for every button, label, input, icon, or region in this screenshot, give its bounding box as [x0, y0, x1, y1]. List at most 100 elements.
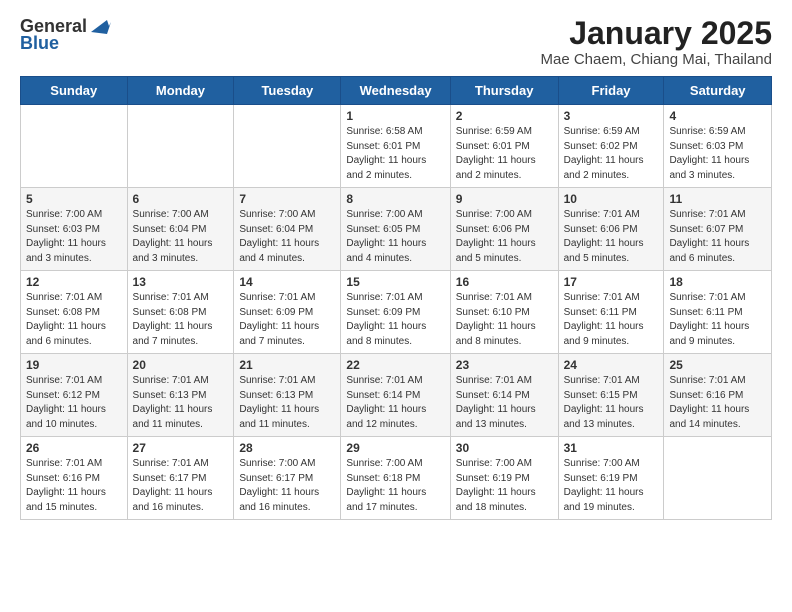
day-info: Sunrise: 7:00 AMSunset: 6:05 PMDaylight:…: [346, 208, 444, 266]
day-info: Sunrise: 7:00 AMSunset: 6:04 PMDaylight:…: [239, 208, 335, 266]
day-number: 13: [133, 275, 229, 289]
day-info: Sunrise: 7:01 AMSunset: 6:09 PMDaylight:…: [346, 291, 444, 349]
day-cell: 16 Sunrise: 7:01 AMSunset: 6:10 PMDayligh…: [450, 271, 558, 354]
logo-icon: [89, 18, 111, 34]
title-block: January 2025 Mae Chaem, Chiang Mai, Thai…: [540, 16, 772, 68]
header: General Blue January 2025 Mae Chaem, Chi…: [20, 16, 772, 68]
day-number: 20: [133, 358, 229, 372]
header-wednesday: Wednesday: [341, 77, 450, 105]
day-cell: 27 Sunrise: 7:01 AMSunset: 6:17 PMDayligh…: [127, 437, 234, 520]
day-info: Sunrise: 7:00 AMSunset: 6:04 PMDaylight:…: [133, 208, 229, 266]
logo: General Blue: [20, 16, 111, 54]
day-number: 27: [133, 441, 229, 455]
day-info: Sunrise: 7:00 AMSunset: 6:03 PMDaylight:…: [26, 208, 122, 266]
day-cell: 7 Sunrise: 7:00 AMSunset: 6:04 PMDaylight…: [234, 188, 341, 271]
day-info: Sunrise: 7:00 AMSunset: 6:19 PMDaylight:…: [456, 457, 553, 515]
day-cell: 4Sunrise: 6:59 AMSunset: 6:03 PMDaylight…: [664, 105, 772, 188]
day-cell: 18 Sunrise: 7:01 AMSunset: 6:11 PMDayligh…: [664, 271, 772, 354]
day-cell: 2Sunrise: 6:59 AMSunset: 6:01 PMDaylight…: [450, 105, 558, 188]
day-number: 1: [346, 109, 444, 123]
calendar-header-row: SundayMondayTuesdayWednesdayThursdayFrid…: [21, 77, 772, 105]
day-info: Sunrise: 7:01 AMSunset: 6:09 PMDaylight:…: [239, 291, 335, 349]
day-info: Sunrise: 7:01 AMSunset: 6:13 PMDaylight:…: [239, 374, 335, 432]
day-cell: [664, 437, 772, 520]
day-info: Sunrise: 7:01 AMSunset: 6:11 PMDaylight:…: [669, 291, 766, 349]
week-row-3: 12 Sunrise: 7:01 AMSunset: 6:08 PMDayligh…: [21, 271, 772, 354]
day-cell: 23Sunrise: 7:01 AMSunset: 6:14 PMDayligh…: [450, 354, 558, 437]
day-number: 28: [239, 441, 335, 455]
day-cell: 8 Sunrise: 7:00 AMSunset: 6:05 PMDaylight…: [341, 188, 450, 271]
day-cell: 21 Sunrise: 7:01 AMSunset: 6:13 PMDayligh…: [234, 354, 341, 437]
day-cell: 9 Sunrise: 7:00 AMSunset: 6:06 PMDaylight…: [450, 188, 558, 271]
day-info: Sunrise: 7:01 AMSunset: 6:17 PMDaylight:…: [133, 457, 229, 515]
day-info: Sunrise: 7:01 AMSunset: 6:08 PMDaylight:…: [26, 291, 122, 349]
day-number: 12: [26, 275, 122, 289]
day-info: Sunrise: 7:00 AMSunset: 6:06 PMDaylight:…: [456, 208, 553, 266]
header-friday: Friday: [558, 77, 664, 105]
day-info: Sunrise: 7:01 AMSunset: 6:16 PMDaylight:…: [26, 457, 122, 515]
day-cell: 24 Sunrise: 7:01 AMSunset: 6:15 PMDayligh…: [558, 354, 664, 437]
calendar-table: SundayMondayTuesdayWednesdayThursdayFrid…: [20, 76, 772, 520]
day-cell: 22 Sunrise: 7:01 AMSunset: 6:14 PMDayligh…: [341, 354, 450, 437]
day-info: Sunrise: 6:59 AMSunset: 6:01 PMDaylight:…: [456, 125, 553, 183]
calendar-body: 1Sunrise: 6:58 AMSunset: 6:01 PMDaylight…: [21, 105, 772, 520]
day-number: 24: [564, 358, 659, 372]
day-number: 5: [26, 192, 122, 206]
day-cell: 31Sunrise: 7:00 AMSunset: 6:19 PMDayligh…: [558, 437, 664, 520]
day-number: 8: [346, 192, 444, 206]
day-cell: 3 Sunrise: 6:59 AMSunset: 6:02 PMDaylight…: [558, 105, 664, 188]
day-info: Sunrise: 7:01 AMSunset: 6:10 PMDaylight:…: [456, 291, 553, 349]
day-number: 31: [564, 441, 659, 455]
day-cell: 26 Sunrise: 7:01 AMSunset: 6:16 PMDayligh…: [21, 437, 128, 520]
day-cell: [21, 105, 128, 188]
header-monday: Monday: [127, 77, 234, 105]
day-info: Sunrise: 7:00 AMSunset: 6:17 PMDaylight:…: [239, 457, 335, 515]
page: General Blue January 2025 Mae Chaem, Chi…: [0, 0, 792, 536]
day-cell: [127, 105, 234, 188]
day-number: 26: [26, 441, 122, 455]
day-number: 6: [133, 192, 229, 206]
day-cell: 6 Sunrise: 7:00 AMSunset: 6:04 PMDaylight…: [127, 188, 234, 271]
day-cell: 1Sunrise: 6:58 AMSunset: 6:01 PMDaylight…: [341, 105, 450, 188]
day-number: 3: [564, 109, 659, 123]
header-sunday: Sunday: [21, 77, 128, 105]
day-info: Sunrise: 6:59 AMSunset: 6:02 PMDaylight:…: [564, 125, 659, 183]
day-cell: 20 Sunrise: 7:01 AMSunset: 6:13 PMDayligh…: [127, 354, 234, 437]
day-number: 15: [346, 275, 444, 289]
week-row-1: 1Sunrise: 6:58 AMSunset: 6:01 PMDaylight…: [21, 105, 772, 188]
day-info: Sunrise: 7:01 AMSunset: 6:12 PMDaylight:…: [26, 374, 122, 432]
day-number: 21: [239, 358, 335, 372]
day-info: Sunrise: 7:01 AMSunset: 6:15 PMDaylight:…: [564, 374, 659, 432]
day-info: Sunrise: 7:01 AMSunset: 6:08 PMDaylight:…: [133, 291, 229, 349]
day-cell: [234, 105, 341, 188]
day-info: Sunrise: 7:01 AMSunset: 6:13 PMDaylight:…: [133, 374, 229, 432]
day-number: 9: [456, 192, 553, 206]
day-info: Sunrise: 7:01 AMSunset: 6:16 PMDaylight:…: [669, 374, 766, 432]
day-number: 14: [239, 275, 335, 289]
day-cell: 13 Sunrise: 7:01 AMSunset: 6:08 PMDayligh…: [127, 271, 234, 354]
day-cell: 12 Sunrise: 7:01 AMSunset: 6:08 PMDayligh…: [21, 271, 128, 354]
week-row-4: 19Sunrise: 7:01 AMSunset: 6:12 PMDayligh…: [21, 354, 772, 437]
day-number: 16: [456, 275, 553, 289]
calendar-header: SundayMondayTuesdayWednesdayThursdayFrid…: [21, 77, 772, 105]
day-info: Sunrise: 7:01 AMSunset: 6:06 PMDaylight:…: [564, 208, 659, 266]
day-cell: 11 Sunrise: 7:01 AMSunset: 6:07 PMDayligh…: [664, 188, 772, 271]
day-number: 18: [669, 275, 766, 289]
day-number: 11: [669, 192, 766, 206]
day-info: Sunrise: 7:01 AMSunset: 6:07 PMDaylight:…: [669, 208, 766, 266]
header-thursday: Thursday: [450, 77, 558, 105]
day-cell: 10Sunrise: 7:01 AMSunset: 6:06 PMDayligh…: [558, 188, 664, 271]
day-number: 29: [346, 441, 444, 455]
day-number: 7: [239, 192, 335, 206]
day-number: 22: [346, 358, 444, 372]
logo-blue: Blue: [20, 33, 59, 54]
day-cell: 5 Sunrise: 7:00 AMSunset: 6:03 PMDaylight…: [21, 188, 128, 271]
day-info: Sunrise: 7:01 AMSunset: 6:14 PMDaylight:…: [346, 374, 444, 432]
day-number: 30: [456, 441, 553, 455]
calendar-subtitle: Mae Chaem, Chiang Mai, Thailand: [540, 51, 772, 68]
week-row-2: 5 Sunrise: 7:00 AMSunset: 6:03 PMDaylight…: [21, 188, 772, 271]
day-cell: 17Sunrise: 7:01 AMSunset: 6:11 PMDayligh…: [558, 271, 664, 354]
day-info: Sunrise: 7:00 AMSunset: 6:18 PMDaylight:…: [346, 457, 444, 515]
day-number: 25: [669, 358, 766, 372]
day-info: Sunrise: 7:01 AMSunset: 6:14 PMDaylight:…: [456, 374, 553, 432]
